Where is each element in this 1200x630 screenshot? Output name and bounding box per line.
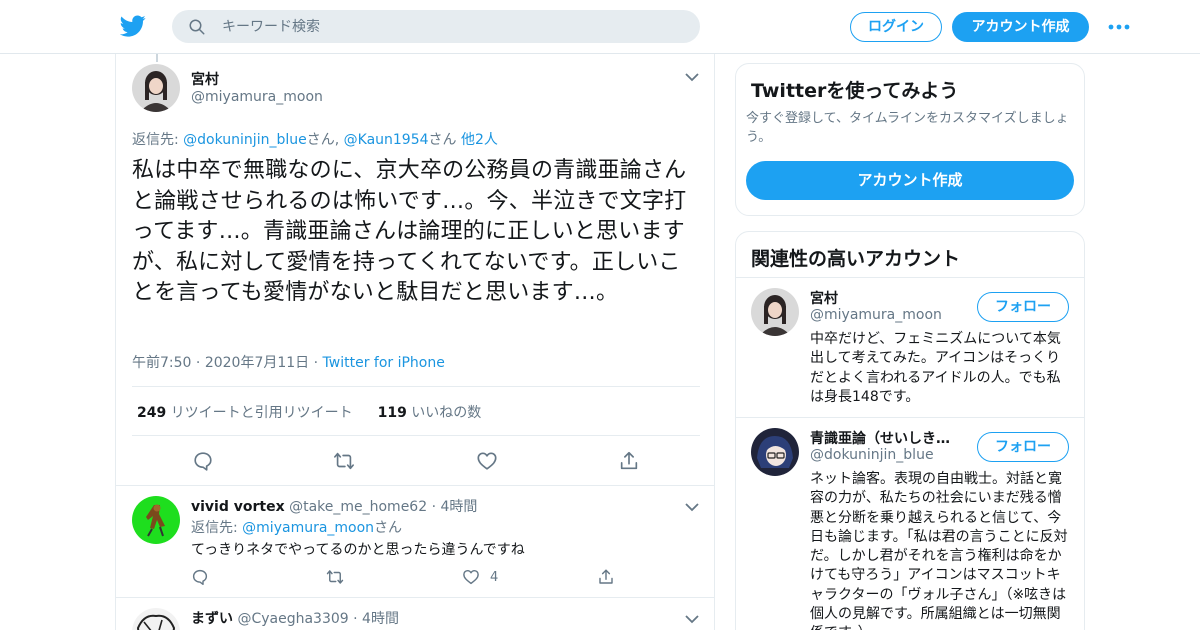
reply-header: vivid vortex @take_me_home62 · 4時間	[191, 496, 477, 516]
reply-icon[interactable]	[192, 450, 214, 472]
like-heart-icon[interactable]	[476, 450, 498, 472]
search-box[interactable]	[172, 10, 700, 43]
signup-button[interactable]: アカウント作成	[952, 12, 1089, 42]
tweet-author-handle[interactable]: @miyamura_moon	[191, 89, 323, 105]
signup-card: Twitterを使ってみよう 今すぐ登録して、タイムラインをカスタマイズしましょ…	[735, 63, 1085, 216]
retweet-label: リツイートと引用リツイート	[170, 405, 353, 421]
reply-suffix: さん	[374, 520, 403, 536]
retweet-icon[interactable]	[333, 450, 355, 472]
related-accounts-card: 関連性の高いアカウント 宮村 @miyamura_moon フォロー 中卒だけど…	[735, 231, 1085, 630]
reply-user-link[interactable]: @Kaun1954	[344, 132, 429, 148]
reply-to-line: 返信先: @miyamura_moonさん	[191, 517, 402, 537]
follow-button[interactable]: フォロー	[977, 432, 1069, 462]
tweet-source-link[interactable]: Twitter for iPhone	[323, 355, 445, 371]
account-bio: ネット論客。表現の自由戦士。対話と寛容の力が、私たちの社会にいまだ残る憎悪と分断…	[810, 471, 1068, 630]
retweet-count: 249	[137, 405, 167, 421]
signup-card-button[interactable]: アカウント作成	[746, 161, 1074, 200]
reply-text: てっきりネタでやってるのかと思ったら違うんですね	[191, 542, 525, 558]
reply-author-handle[interactable]: @Cyaegha3309	[237, 611, 348, 627]
like-count: 119	[377, 405, 407, 421]
tweet-date[interactable]: 2020年7月11日	[205, 355, 309, 371]
reply-time[interactable]: 4時間	[440, 499, 477, 515]
twitter-bird-icon[interactable]	[120, 13, 146, 39]
more-options-icon[interactable]	[1107, 19, 1131, 35]
like-label: いいねの数	[411, 405, 482, 421]
search-icon	[189, 19, 205, 35]
reply-author-name[interactable]: まずい	[191, 611, 233, 627]
tweet-author-name[interactable]: 宮村	[191, 69, 219, 89]
tweet-meta: 午前7:50 · 2020年7月11日 · Twitter for iPhone	[132, 352, 445, 372]
divider	[132, 386, 700, 387]
like-heart-icon[interactable]	[462, 568, 480, 586]
retweet-icon[interactable]	[326, 568, 344, 586]
main-column: 宮村 @miyamura_moon 返信先: @dokuninjin_blueさ…	[115, 54, 715, 630]
reply-header: まずい @Cyaegha3309 · 4時間	[191, 608, 399, 628]
tweet-stats: 249 リツイートと引用リツイート 119 いいねの数	[137, 402, 481, 422]
reply-tweet[interactable]: まずい @Cyaegha3309 · 4時間	[116, 597, 714, 630]
reply-prefix: 返信先:	[132, 132, 184, 148]
reply-prefix: 返信先:	[191, 520, 243, 536]
chevron-down-icon[interactable]	[685, 614, 699, 624]
thread-line	[156, 54, 158, 62]
divider	[736, 417, 1084, 418]
reply-others-link[interactable]: 他2人	[461, 132, 498, 148]
account-avatar[interactable]	[751, 428, 799, 476]
reply-time[interactable]: 4時間	[362, 611, 399, 627]
login-button[interactable]: ログイン	[850, 12, 942, 42]
tweet-text: 私は中卒で無職なのに、京大卒の公務員の青識亜論さんと論戦させられるのは怖いです……	[132, 158, 687, 305]
chevron-down-icon[interactable]	[685, 72, 699, 82]
account-name[interactable]: 青識亜論（せいしき…	[810, 428, 950, 448]
account-bio: 中卒だけど、フェミニズムについて本気出して考えてみた。アイコンはそっくりだとよく…	[810, 331, 1061, 405]
follow-button[interactable]: フォロー	[977, 292, 1069, 322]
search-input[interactable]	[222, 10, 682, 43]
account-handle[interactable]: @miyamura_moon	[810, 307, 942, 323]
divider	[736, 277, 1084, 278]
like-stat[interactable]: 119 いいねの数	[378, 405, 482, 421]
signup-card-title: Twitterを使ってみよう	[751, 80, 959, 102]
reply-author-handle[interactable]: @take_me_home62	[289, 499, 427, 515]
retweet-stat[interactable]: 249 リツイートと引用リツイート	[137, 405, 353, 421]
tweet-time[interactable]: 午前7:50	[132, 355, 191, 371]
share-icon[interactable]	[597, 568, 615, 586]
reply-suffix: さん,	[306, 132, 344, 148]
account-name[interactable]: 宮村	[810, 288, 838, 308]
reply-tweet[interactable]: vivid vortex @take_me_home62 · 4時間 返信先: …	[116, 485, 714, 601]
reply-to-line: 返信先: @dokuninjin_blueさん, @Kaun1954さん 他2人	[132, 129, 498, 149]
reply-user-avatar[interactable]	[132, 496, 180, 544]
chevron-down-icon[interactable]	[685, 502, 699, 512]
meta-separator: ·	[348, 611, 363, 627]
reply-user-link[interactable]: @dokuninjin_blue	[183, 132, 307, 148]
reply-suffix: さん	[428, 132, 461, 148]
meta-separator: ·	[309, 355, 323, 371]
meta-separator: ·	[427, 499, 441, 515]
user-avatar[interactable]	[132, 64, 180, 112]
share-icon[interactable]	[618, 450, 640, 472]
reply-user-link[interactable]: @miyamura_moon	[242, 520, 374, 536]
top-bar: ログイン アカウント作成	[0, 0, 1200, 54]
signup-card-description: 今すぐ登録して、タイムラインをカスタマイズしましょう。	[746, 111, 1069, 145]
divider	[132, 435, 700, 436]
reply-user-avatar[interactable]	[132, 608, 180, 630]
account-handle[interactable]: @dokuninjin_blue	[810, 447, 934, 463]
reply-icon[interactable]	[191, 568, 209, 586]
meta-separator: ·	[191, 355, 205, 371]
reply-like-count: 4	[490, 570, 499, 585]
account-avatar[interactable]	[751, 288, 799, 336]
reply-author-name[interactable]: vivid vortex	[191, 499, 285, 515]
related-accounts-title: 関連性の高いアカウント	[751, 248, 961, 270]
